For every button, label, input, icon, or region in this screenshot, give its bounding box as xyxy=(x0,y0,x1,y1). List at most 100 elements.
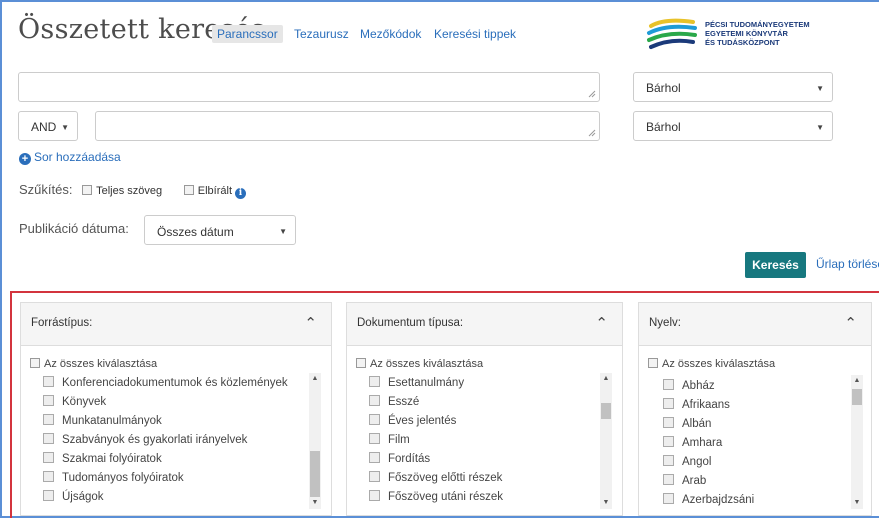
list-item[interactable]: Főszöveg előtti részek xyxy=(369,471,502,484)
checkbox-icon[interactable] xyxy=(369,452,380,463)
list-item[interactable]: Azerbajdzsáni xyxy=(663,493,754,506)
list-item[interactable]: Éves jelentés xyxy=(369,414,456,427)
caret-down-icon: ▼ xyxy=(816,84,824,93)
scroll-up-icon[interactable]: ▲ xyxy=(600,373,612,385)
fulltext-checkbox[interactable]: Teljes szöveg xyxy=(82,185,162,197)
scroll-down-icon[interactable]: ▼ xyxy=(600,497,612,509)
add-row-label: Sor hozzáadása xyxy=(34,150,121,164)
scrollbar[interactable]: ▲ ▼ xyxy=(851,375,863,509)
checkbox-icon[interactable] xyxy=(663,398,674,409)
checkbox-icon[interactable] xyxy=(43,395,54,406)
pubdate-label: Publikáció dátuma: xyxy=(19,221,129,236)
list-item[interactable]: Angol xyxy=(663,455,711,468)
checkbox-icon[interactable] xyxy=(183,185,194,195)
checkbox-icon[interactable] xyxy=(43,433,54,444)
checkbox-icon[interactable] xyxy=(43,471,54,482)
scroll-down-icon[interactable]: ▼ xyxy=(851,497,863,509)
search-term-input-1[interactable] xyxy=(18,72,600,102)
checkbox-icon[interactable] xyxy=(663,379,674,390)
facet-header[interactable]: Forrástípus: ⌃ xyxy=(21,303,331,346)
checkbox-icon[interactable] xyxy=(369,490,380,501)
checkbox-icon[interactable] xyxy=(663,417,674,428)
facet-header[interactable]: Nyelv: ⌃ xyxy=(639,303,871,346)
checkbox-icon[interactable] xyxy=(663,493,674,504)
checkbox-icon[interactable] xyxy=(369,471,380,482)
checkbox-icon[interactable] xyxy=(43,490,54,501)
tab-field-codes[interactable]: Mezőkódok xyxy=(360,27,421,41)
checkbox-icon[interactable] xyxy=(369,376,380,387)
search-field-select-1[interactable]: Bárhol ▼ xyxy=(633,72,833,102)
pubdate-value: Összes dátum xyxy=(157,225,234,239)
checkbox-icon[interactable] xyxy=(369,414,380,425)
checkbox-icon[interactable] xyxy=(663,436,674,447)
scroll-up-icon[interactable]: ▲ xyxy=(851,375,863,387)
checkbox-icon[interactable] xyxy=(369,395,380,406)
tab-search-tips[interactable]: Keresési tippek xyxy=(434,27,516,41)
facet-title: Nyelv: xyxy=(649,317,681,329)
list-item[interactable]: Újságok xyxy=(43,490,104,503)
search-term-input-2[interactable] xyxy=(95,111,600,141)
checkbox-icon[interactable] xyxy=(663,455,674,466)
checkbox-icon[interactable] xyxy=(43,376,54,387)
list-item[interactable]: Szabványok és gyakorlati irányelvek xyxy=(43,433,247,446)
resize-grip-icon[interactable] xyxy=(588,90,596,98)
list-item[interactable]: Abház xyxy=(663,379,715,392)
checkbox-icon[interactable] xyxy=(43,452,54,463)
list-item[interactable]: Könyvek xyxy=(43,395,106,408)
tab-command-line[interactable]: Parancssor xyxy=(212,25,283,43)
scrollbar[interactable]: ▲ ▼ xyxy=(309,373,321,509)
scroll-up-icon[interactable]: ▲ xyxy=(309,373,321,385)
list-item[interactable]: Afrikaans xyxy=(663,398,730,411)
select-all-checkbox[interactable]: Az összes kiválasztása xyxy=(30,358,157,370)
list-item[interactable]: Albán xyxy=(663,417,711,430)
resize-grip-icon[interactable] xyxy=(588,129,596,137)
scrollbar-thumb[interactable] xyxy=(310,451,320,497)
narrow-label: Szűkítés: xyxy=(19,182,73,197)
checkbox-icon[interactable] xyxy=(369,433,380,444)
scroll-down-icon[interactable]: ▼ xyxy=(309,497,321,509)
search-field-value-2: Bárhol xyxy=(646,120,681,134)
tab-thesaurus[interactable]: Tezaurusz xyxy=(294,27,349,41)
scrollbar[interactable]: ▲ ▼ xyxy=(600,373,612,509)
checkbox-icon[interactable] xyxy=(30,358,40,368)
list-item[interactable]: Tudományos folyóiratok xyxy=(43,471,184,484)
chevron-up-icon[interactable]: ⌃ xyxy=(595,314,608,332)
select-all-checkbox[interactable]: Az összes kiválasztása xyxy=(648,358,775,370)
logo-text: PÉCSI TUDOMÁNYEGYETEM EGYETEMI KÖNYVTÁR … xyxy=(705,20,810,47)
facet-list: Esettanulmány Esszé Éves jelentés Film F… xyxy=(347,371,622,515)
list-item[interactable]: Főszöveg utáni részek xyxy=(369,490,503,503)
scrollbar-thumb[interactable] xyxy=(601,403,611,419)
facet-section: Forrástípus: ⌃ Az összes kiválasztása Ko… xyxy=(10,291,879,518)
search-field-select-2[interactable]: Bárhol ▼ xyxy=(633,111,833,141)
caret-down-icon: ▼ xyxy=(61,123,69,132)
checkbox-icon[interactable] xyxy=(82,185,93,195)
select-all-checkbox[interactable]: Az összes kiválasztása xyxy=(356,358,483,370)
list-item[interactable]: Fordítás xyxy=(369,452,430,465)
plus-circle-icon: + xyxy=(19,153,31,165)
list-item[interactable]: Esszé xyxy=(369,395,419,408)
facet-header[interactable]: Dokumentum típusa: ⌃ xyxy=(347,303,622,346)
add-row-link[interactable]: + Sor hozzáadása xyxy=(19,150,121,165)
search-button[interactable]: Keresés xyxy=(745,252,806,278)
list-item[interactable]: Arab xyxy=(663,474,706,487)
pubdate-select[interactable]: Összes dátum ▼ xyxy=(144,215,296,245)
reset-form-link[interactable]: Űrlap törlése xyxy=(816,257,879,271)
list-item[interactable]: Esettanulmány xyxy=(369,376,464,389)
checkbox-icon[interactable] xyxy=(663,474,674,485)
boolean-operator-select[interactable]: AND ▼ xyxy=(18,111,78,141)
facet-title: Forrástípus: xyxy=(31,317,93,329)
list-item[interactable]: Film xyxy=(369,433,410,446)
list-item[interactable]: Munkatanulmányok xyxy=(43,414,162,427)
peer-reviewed-checkbox[interactable]: Elbírált i xyxy=(183,185,247,199)
chevron-up-icon[interactable]: ⌃ xyxy=(304,314,317,332)
search-field-value-1: Bárhol xyxy=(646,81,681,95)
list-item[interactable]: Szakmai folyóiratok xyxy=(43,452,162,465)
info-icon[interactable]: i xyxy=(235,188,247,199)
list-item[interactable]: Konferenciadokumentumok és közlemények xyxy=(43,376,288,389)
checkbox-icon[interactable] xyxy=(43,414,54,425)
checkbox-icon[interactable] xyxy=(356,358,366,368)
chevron-up-icon[interactable]: ⌃ xyxy=(844,314,857,332)
scrollbar-thumb[interactable] xyxy=(852,389,862,405)
list-item[interactable]: Amhara xyxy=(663,436,722,449)
checkbox-icon[interactable] xyxy=(648,358,658,368)
